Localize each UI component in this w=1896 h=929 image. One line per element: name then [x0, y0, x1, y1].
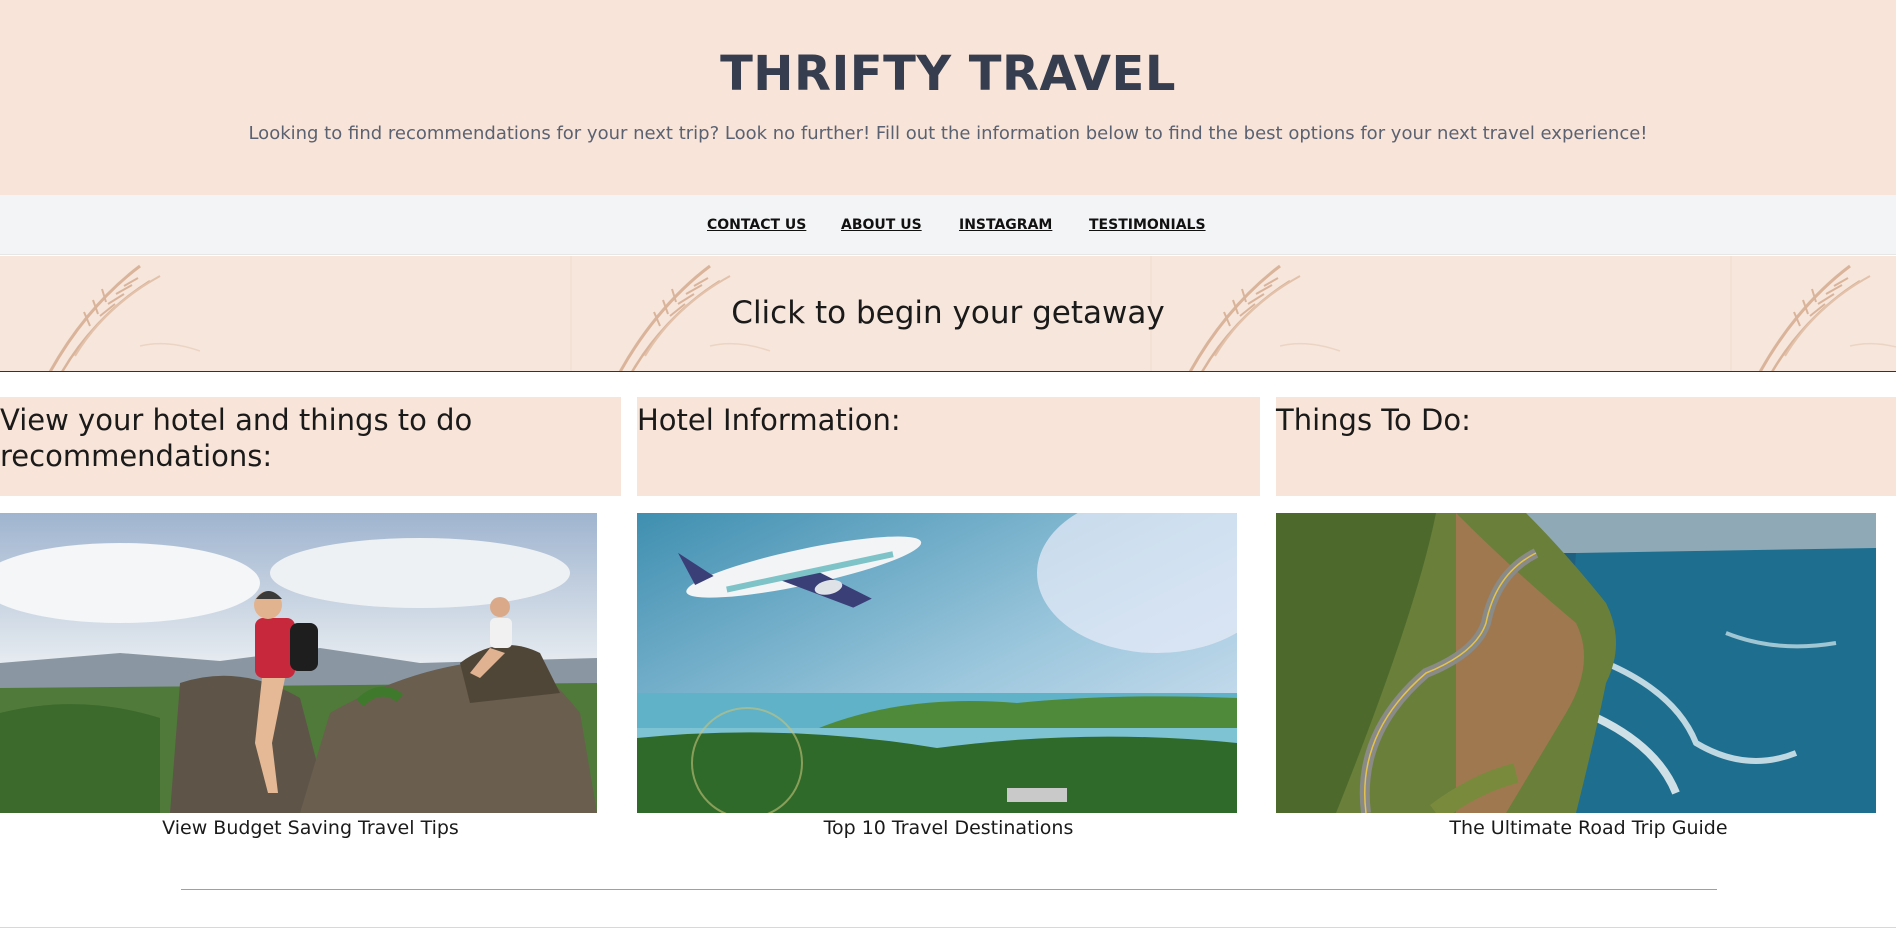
coastal-road-image[interactable]: [1276, 513, 1876, 813]
nav-instagram[interactable]: INSTAGRAM: [959, 216, 1052, 234]
road-trip-guide-link[interactable]: The Ultimate Road Trip Guide: [1276, 815, 1896, 841]
things-to-do-heading: Things To Do:: [1276, 397, 1896, 496]
site-title: THRIFTY TRAVEL: [720, 46, 1176, 102]
site-header: THRIFTY TRAVEL Looking to find recommend…: [0, 0, 1896, 195]
hikers-on-rocks-image[interactable]: [0, 513, 597, 813]
page-bottom-rule: [0, 927, 1896, 928]
nav-testimonials[interactable]: TESTIMONIALS: [1089, 216, 1206, 234]
budget-tips-link[interactable]: View Budget Saving Travel Tips: [0, 815, 621, 841]
top-destinations-link[interactable]: Top 10 Travel Destinations: [637, 815, 1260, 841]
recommendations-heading: View your hotel and things to do recomme…: [0, 397, 621, 496]
nav-contact-us[interactable]: CONTACT US: [707, 216, 806, 234]
getaway-banner[interactable]: Click to begin your getaway: [0, 256, 1896, 372]
hotel-info-heading: Hotel Information:: [637, 397, 1260, 496]
nav-about-us[interactable]: ABOUT US: [841, 216, 922, 234]
site-tagline: Looking to find recommendations for your…: [248, 123, 1648, 144]
airplane-over-island-image[interactable]: [637, 513, 1237, 813]
main-nav: CONTACT US ABOUT US INSTAGRAM TESTIMONIA…: [0, 195, 1896, 255]
getaway-cta-text[interactable]: Click to begin your getaway: [0, 293, 1896, 333]
section-divider: [181, 889, 1717, 890]
